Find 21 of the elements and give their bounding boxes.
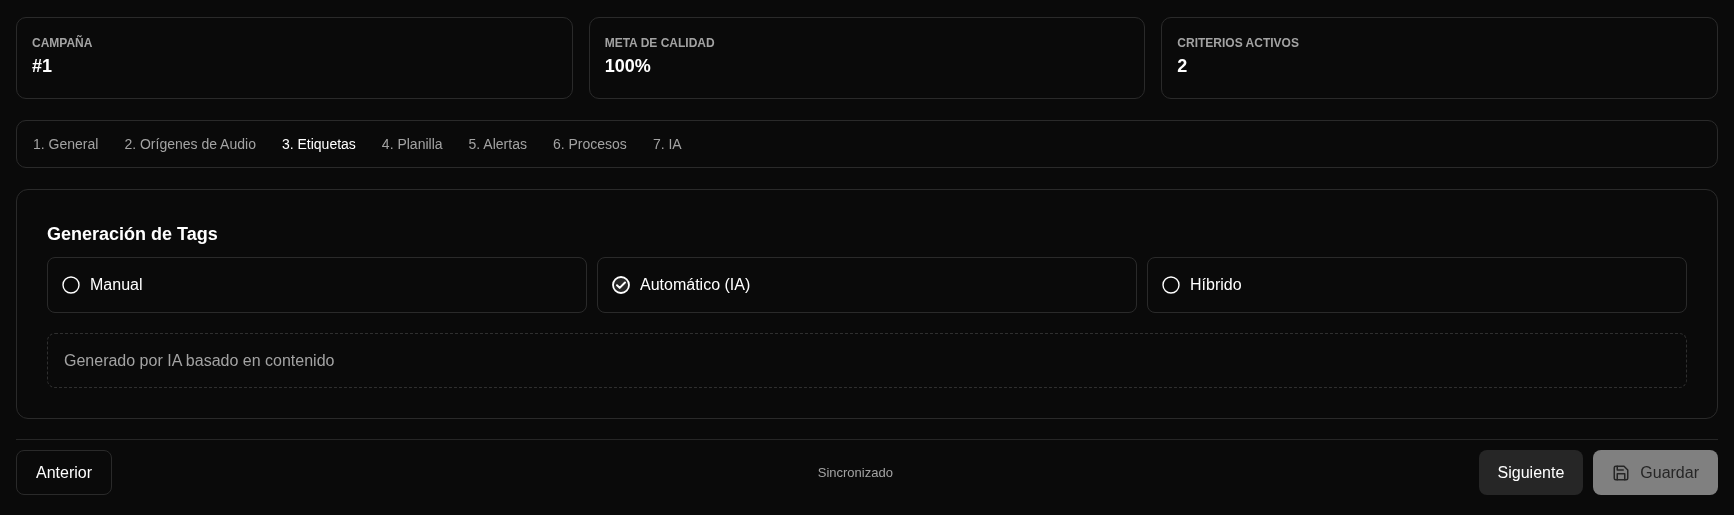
stat-label: META DE CALIDAD	[604, 36, 716, 50]
tab[interactable]: 2. Orígenes de Audio	[124, 136, 256, 152]
stat-label: CRITERIOS ACTIVOS	[1177, 36, 1300, 50]
sync-status: Sincronizado	[816, 465, 894, 480]
next-button[interactable]: Siguiente	[1478, 450, 1584, 495]
tab[interactable]: 3. Etiquetas	[281, 136, 356, 152]
option-card[interactable]: Híbrido	[1147, 257, 1687, 313]
tab[interactable]: 7. IA	[652, 136, 682, 152]
option-card[interactable]: Manual	[47, 257, 587, 313]
back-button[interactable]: Anterior	[16, 450, 113, 495]
stat-value: #1	[32, 56, 54, 77]
tab[interactable]: 1. General	[33, 136, 99, 152]
tab[interactable]: 6. Procesos	[552, 136, 627, 152]
tab[interactable]: 5. Alertas	[468, 136, 527, 152]
description-text: Generado por IA basado en contenido	[64, 351, 335, 370]
stat-value: 100%	[604, 56, 652, 77]
panel-title: Generación de Tags	[47, 224, 219, 245]
option-card[interactable]: Automático (IA)	[597, 257, 1137, 313]
stat-label: CAMPAÑA	[32, 36, 94, 50]
stat-value: 2	[1177, 56, 1189, 77]
tab[interactable]: 4. Planilla	[381, 136, 443, 152]
